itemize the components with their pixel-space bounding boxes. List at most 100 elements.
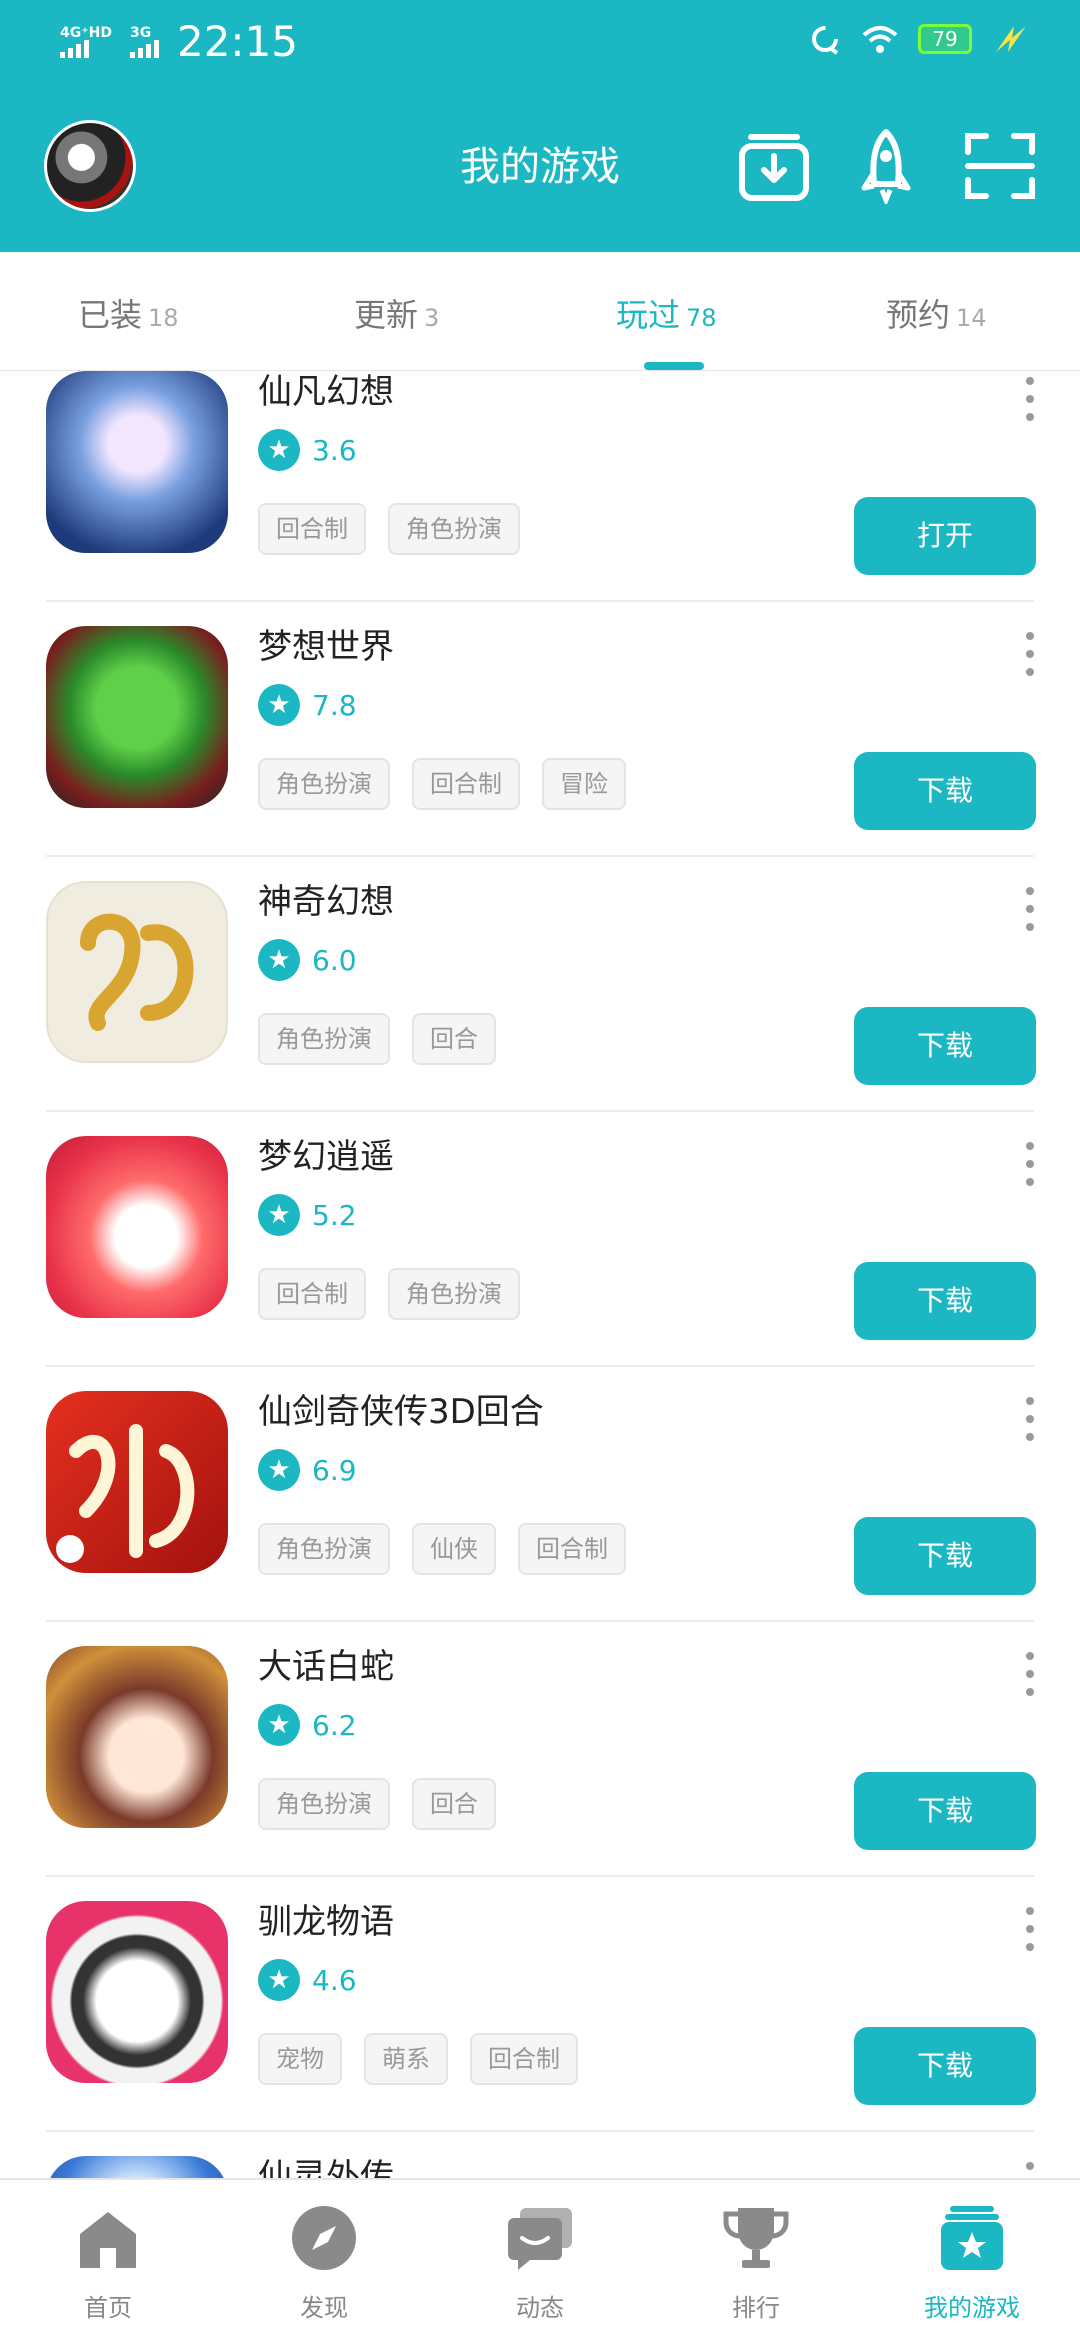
tag[interactable]: 冒险: [542, 758, 626, 810]
tag[interactable]: 仙侠: [412, 1523, 496, 1575]
game-row[interactable]: 仙灵外传: [0, 2132, 1080, 2178]
tab-reserved[interactable]: 预约 14: [886, 290, 987, 336]
game-icon-xianfan[interactable]: [46, 371, 228, 553]
more-icon[interactable]: [1022, 1652, 1038, 1696]
trophy-icon: [723, 2208, 789, 2268]
score-value: 6.2: [312, 1708, 357, 1742]
open-button[interactable]: 打开: [854, 497, 1036, 575]
tag[interactable]: 回合制: [258, 503, 366, 555]
star-icon: ★: [258, 429, 300, 471]
tag[interactable]: 回合制: [518, 1523, 626, 1575]
game-icon-dahua[interactable]: [46, 1646, 228, 1828]
game-name[interactable]: 仙凡幻想: [258, 371, 394, 417]
game-score: ★ 3.6: [258, 429, 357, 471]
more-icon[interactable]: [1022, 1397, 1038, 1441]
tab-played[interactable]: 玩过 78: [616, 290, 717, 336]
tag[interactable]: 角色扮演: [388, 503, 520, 555]
game-icon-menghuan[interactable]: [46, 1136, 228, 1318]
tag[interactable]: 角色扮演: [258, 1778, 390, 1830]
game-row[interactable]: 仙凡幻想 ★ 3.6 回合制 角色扮演 打开: [0, 371, 1080, 602]
tag[interactable]: 回合: [412, 1778, 496, 1830]
tag[interactable]: 角色扮演: [258, 1013, 390, 1065]
tab-updates[interactable]: 更新 3: [354, 290, 439, 336]
more-icon[interactable]: [1022, 1142, 1038, 1186]
battery-level: 79: [932, 27, 958, 51]
tag-list: 宠物 萌系 回合制: [258, 2033, 578, 2085]
tag[interactable]: 回合制: [470, 2033, 578, 2085]
nav-home[interactable]: 首页: [0, 2180, 216, 2340]
tag[interactable]: 角色扮演: [258, 1523, 390, 1575]
more-icon[interactable]: [1022, 887, 1038, 931]
game-name[interactable]: 仙灵外传: [258, 2152, 394, 2178]
game-name[interactable]: 大话白蛇: [258, 1642, 394, 1692]
game-row[interactable]: 神奇幻想 ★ 6.0 角色扮演 回合 下载: [0, 857, 1080, 1112]
more-icon[interactable]: [1022, 632, 1038, 676]
status-bar: 4G⁺HD 3G 22:15 79: [0, 0, 1080, 84]
page-title: 我的游戏: [460, 144, 620, 190]
nav-discover[interactable]: 发现: [216, 2180, 432, 2340]
score-value: 3.6: [312, 433, 357, 467]
app-header: 4G⁺HD 3G 22:15 79 我的游戏: [0, 0, 1080, 252]
game-icon-xianling[interactable]: [46, 2156, 228, 2178]
star-icon: ★: [258, 1449, 300, 1491]
download-button[interactable]: 下载: [854, 752, 1036, 830]
game-score: ★ 5.2: [258, 1194, 357, 1236]
chat-icon: [508, 2208, 572, 2270]
tab-installed[interactable]: 已装 18: [78, 290, 179, 336]
nav-label: 动态: [516, 2294, 564, 2322]
game-name[interactable]: 梦想世界: [258, 622, 394, 672]
download-button[interactable]: 下载: [854, 1517, 1036, 1595]
signal-icon: 4G⁺HD: [60, 26, 112, 58]
nav-my-games[interactable]: 我的游戏: [864, 2180, 1080, 2340]
tag[interactable]: 宠物: [258, 2033, 342, 2085]
tab-bar: 已装 18 更新 3 玩过 78 预约 14: [0, 252, 1080, 371]
game-row[interactable]: 大话白蛇 ★ 6.2 角色扮演 回合 下载: [0, 1622, 1080, 1877]
bottom-nav: 首页 发现 动态 排行 我的游戏: [0, 2178, 1080, 2340]
tag[interactable]: 角色扮演: [258, 758, 390, 810]
tag-list: 角色扮演 回合制 冒险: [258, 758, 626, 810]
game-row[interactable]: 驯龙物语 ★ 4.6 宠物 萌系 回合制 下载: [0, 1877, 1080, 2132]
download-manager-icon[interactable]: [736, 128, 812, 204]
game-name[interactable]: 驯龙物语: [258, 1897, 394, 1947]
score-value: 6.0: [312, 943, 357, 977]
game-name[interactable]: 梦幻逍遥: [258, 1132, 394, 1182]
game-list[interactable]: 仙凡幻想 ★ 3.6 回合制 角色扮演 打开 梦想世界 ★ 7.8 角色扮演 回合制 冒险…: [0, 371, 1080, 2178]
download-button[interactable]: 下载: [854, 1772, 1036, 1850]
tag[interactable]: 萌系: [364, 2033, 448, 2085]
game-row[interactable]: 仙剑奇侠传3D回合 ★ 6.9 角色扮演 仙侠 回合制 下载: [0, 1367, 1080, 1622]
tag-list: 回合制 角色扮演: [258, 503, 520, 555]
download-button[interactable]: 下载: [854, 1007, 1036, 1085]
score-value: 6.9: [312, 1453, 357, 1487]
tab-label: 玩过: [616, 296, 681, 334]
tag-list: 角色扮演 回合: [258, 1013, 496, 1065]
more-icon[interactable]: [1022, 1907, 1038, 1951]
tag[interactable]: 角色扮演: [388, 1268, 520, 1320]
game-icon-shenqi[interactable]: [46, 881, 228, 1063]
star-icon: ★: [258, 1704, 300, 1746]
tag[interactable]: 回合制: [412, 758, 520, 810]
wifi-icon: [862, 26, 898, 53]
game-name[interactable]: 仙剑奇侠传3D回合: [258, 1387, 544, 1437]
nav-ranking[interactable]: 排行: [648, 2180, 864, 2340]
more-icon[interactable]: [1022, 2162, 1038, 2178]
charging-icon: [996, 26, 1026, 52]
game-icon-mengxiang[interactable]: [46, 626, 228, 808]
scan-icon[interactable]: [962, 128, 1038, 204]
rocket-icon[interactable]: [848, 128, 924, 204]
sync-icon: [812, 26, 839, 55]
avatar[interactable]: [44, 120, 136, 212]
download-button[interactable]: 下载: [854, 2027, 1036, 2105]
tag[interactable]: 回合: [412, 1013, 496, 1065]
game-row[interactable]: 梦幻逍遥 ★ 5.2 回合制 角色扮演 下载: [0, 1112, 1080, 1367]
game-name[interactable]: 神奇幻想: [258, 877, 394, 927]
my-games-icon: [941, 2206, 1003, 2270]
download-button[interactable]: 下载: [854, 1262, 1036, 1340]
game-icon-xianjian[interactable]: [46, 1391, 228, 1573]
nav-feed[interactable]: 动态: [432, 2180, 648, 2340]
game-icon-xunlong[interactable]: [46, 1901, 228, 2083]
game-row[interactable]: 梦想世界 ★ 7.8 角色扮演 回合制 冒险 下载: [0, 602, 1080, 857]
more-icon[interactable]: [1022, 377, 1038, 421]
star-icon: ★: [258, 939, 300, 981]
network2-label: 3G: [129, 25, 152, 41]
tag[interactable]: 回合制: [258, 1268, 366, 1320]
